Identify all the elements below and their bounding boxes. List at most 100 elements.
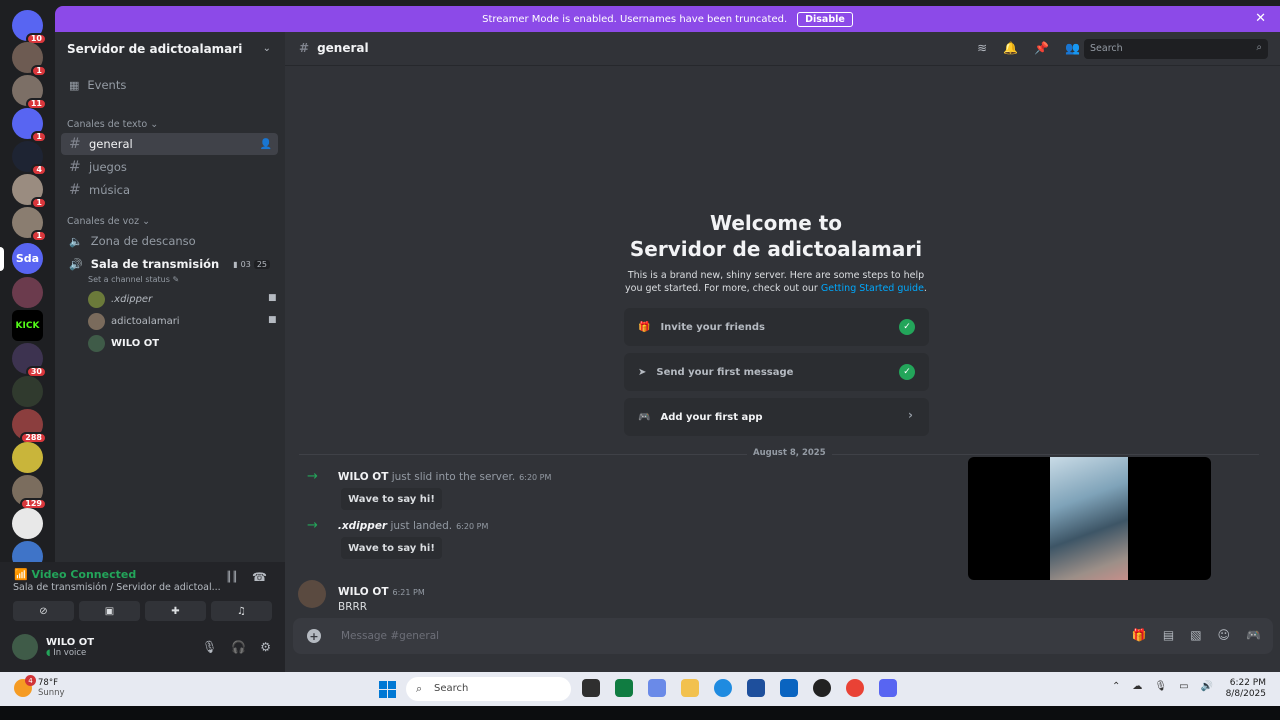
app-icon[interactable] — [813, 679, 831, 697]
microphone-icon[interactable]: 🎙 — [1154, 681, 1167, 692]
noise-icon[interactable]: ║║ — [226, 572, 238, 583]
outlook-icon[interactable] — [780, 679, 798, 697]
taskbar-search[interactable]: ⌕ Search — [406, 677, 571, 701]
chevron-down-icon[interactable]: ⌄ — [263, 43, 271, 54]
server-icon[interactable]: 10 — [12, 10, 47, 45]
channel-musica[interactable]: # música — [61, 179, 278, 201]
step-add-app[interactable]: 🎮 Add your first app › — [624, 398, 929, 436]
screen-share-button[interactable]: ▣ — [79, 601, 140, 621]
microphone-icon[interactable]: 🎙 — [202, 640, 217, 654]
avatar[interactable] — [298, 580, 326, 608]
server-icon[interactable] — [12, 442, 43, 473]
wave-button[interactable]: Wave to say hi! — [341, 537, 442, 559]
server-icon[interactable]: KICK — [12, 310, 43, 341]
username[interactable]: .xdipper — [338, 520, 387, 532]
server-icon[interactable] — [12, 376, 43, 407]
server-icon[interactable]: 4 — [12, 141, 47, 176]
channel-status[interactable]: Set a channel status ✎ — [88, 275, 179, 284]
channel-juegos[interactable]: # juegos — [61, 156, 278, 178]
voice-user-adictoalamari[interactable]: adictoalamari ■ — [88, 313, 277, 330]
emoji-icon[interactable]: ☺ — [1218, 628, 1231, 642]
server-icon[interactable]: 1 — [12, 174, 47, 209]
channel-general[interactable]: # general 👤 — [61, 133, 278, 155]
avatar — [88, 335, 105, 352]
add-member-icon[interactable]: 👤 — [260, 139, 272, 150]
step-invite-friends[interactable]: 🎁 Invite your friends ✓ — [624, 308, 929, 346]
username[interactable]: WILO OT — [338, 586, 388, 598]
chevron-right-icon: › — [908, 408, 913, 422]
voice-channel-sala[interactable]: 🔊 Sala de transmisión ▮ 03 25 — [61, 253, 278, 275]
xbox-icon[interactable] — [615, 679, 633, 697]
volume-icon[interactable]: 🔊 — [1201, 681, 1213, 692]
wave-button[interactable]: Wave to say hi! — [341, 488, 442, 510]
welcome-title: Welcome to Servidor de adictoalamari — [629, 211, 923, 261]
server-icon[interactable]: 30 — [12, 343, 47, 378]
voice-location[interactable]: Sala de transmisión / Servidor de adicto… — [13, 582, 221, 593]
voice-user-xdipper[interactable]: .xdipper ■ — [88, 291, 277, 308]
plus-icon[interactable]: + — [307, 629, 321, 643]
current-user[interactable]: WILO OT ◖ In voice — [12, 634, 94, 660]
close-icon[interactable]: ✕ — [1255, 11, 1266, 26]
clock[interactable]: 6:22 PM 8/8/2025 — [1226, 678, 1266, 700]
hashtag-icon: # — [69, 136, 81, 152]
search-input[interactable]: Search ⌕ — [1084, 39, 1268, 59]
voice-status[interactable]: 📶 Video Connected — [14, 568, 136, 581]
video-tile[interactable] — [968, 457, 1211, 580]
bell-icon[interactable]: 🔔 — [1003, 41, 1018, 55]
voice-user-wilo[interactable]: WILO OT — [88, 335, 159, 352]
voice-channel-zona[interactable]: 🔈 Zona de descanso — [61, 230, 278, 252]
file-explorer-icon[interactable] — [681, 679, 699, 697]
server-icon[interactable] — [12, 508, 43, 539]
username[interactable]: WILO OT — [338, 471, 388, 483]
server-icon[interactable]: 1 — [12, 108, 47, 143]
chevron-up-icon[interactable]: ⌃ — [1112, 681, 1120, 692]
pin-icon[interactable]: 📌 — [1034, 41, 1049, 55]
members-icon[interactable]: 👥 — [1065, 41, 1080, 55]
events-item[interactable]: ▦ Events — [61, 74, 278, 96]
unread-badge: 1 — [31, 131, 47, 143]
channel-label: juegos — [89, 160, 127, 174]
headphones-icon[interactable]: 🎧 — [231, 640, 246, 654]
activities-button[interactable]: ✚ — [145, 601, 206, 621]
server-icon[interactable]: Sda — [12, 243, 43, 274]
gif-icon[interactable]: ▤ — [1163, 628, 1174, 642]
task-view-icon[interactable] — [582, 679, 600, 697]
disconnect-icon[interactable]: ☎ — [252, 570, 267, 584]
apps-icon[interactable]: 🎮 — [1246, 628, 1261, 642]
step-first-message[interactable]: ➤ Send your first message ✓ — [624, 353, 929, 391]
getting-started-link[interactable]: Getting Started guide — [821, 283, 924, 294]
server-icon[interactable]: 1 — [12, 42, 47, 77]
soundboard-button[interactable]: ♫ — [211, 601, 272, 621]
server-icon[interactable]: 129 — [12, 475, 47, 510]
weather-widget[interactable]: 4 78°F Sunny — [14, 675, 65, 698]
category-voice-channels[interactable]: Canales de voz ⌄ — [67, 216, 150, 227]
onedrive-icon[interactable]: ☁ — [1132, 681, 1142, 692]
server-name[interactable]: Servidor de adictoalamari — [67, 42, 242, 56]
check-icon: ✓ — [899, 364, 915, 380]
banner-text: Streamer Mode is enabled. Usernames have… — [482, 13, 788, 25]
copilot-icon[interactable] — [648, 679, 666, 697]
camera-off-button[interactable]: ⊘ — [13, 601, 74, 621]
settings-icon[interactable]: ⚙ — [260, 640, 271, 654]
edge-icon[interactable] — [714, 679, 732, 697]
camera-icon: ▮ — [233, 259, 238, 269]
server-icon[interactable]: 1 — [12, 207, 47, 242]
monitor-icon[interactable]: ▭ — [1179, 681, 1188, 692]
server-icon[interactable]: 288 — [12, 409, 47, 444]
sticker-icon[interactable]: ▧ — [1190, 628, 1201, 642]
sun-icon: 4 — [14, 675, 36, 697]
message-composer[interactable]: + Message #general 🎁 ▤ ▧ ☺ 🎮 — [293, 618, 1273, 654]
discord-icon[interactable] — [879, 679, 897, 697]
gift-icon[interactable]: 🎁 — [1132, 628, 1147, 642]
windows-start-icon[interactable] — [379, 681, 396, 698]
threads-icon[interactable]: ≋ — [977, 41, 987, 55]
chrome-icon[interactable] — [846, 679, 864, 697]
disable-button[interactable]: Disable — [797, 11, 853, 27]
welcome-subtitle: This is a brand new, shiny server. Here … — [625, 270, 927, 294]
store-icon[interactable] — [747, 679, 765, 697]
invite-icon: 🎁 — [638, 321, 651, 333]
server-icon[interactable] — [12, 277, 43, 308]
message-input[interactable]: Message #general — [341, 630, 439, 642]
category-text-channels[interactable]: Canales de texto ⌄ — [67, 119, 158, 130]
server-icon[interactable]: 11 — [12, 75, 47, 110]
